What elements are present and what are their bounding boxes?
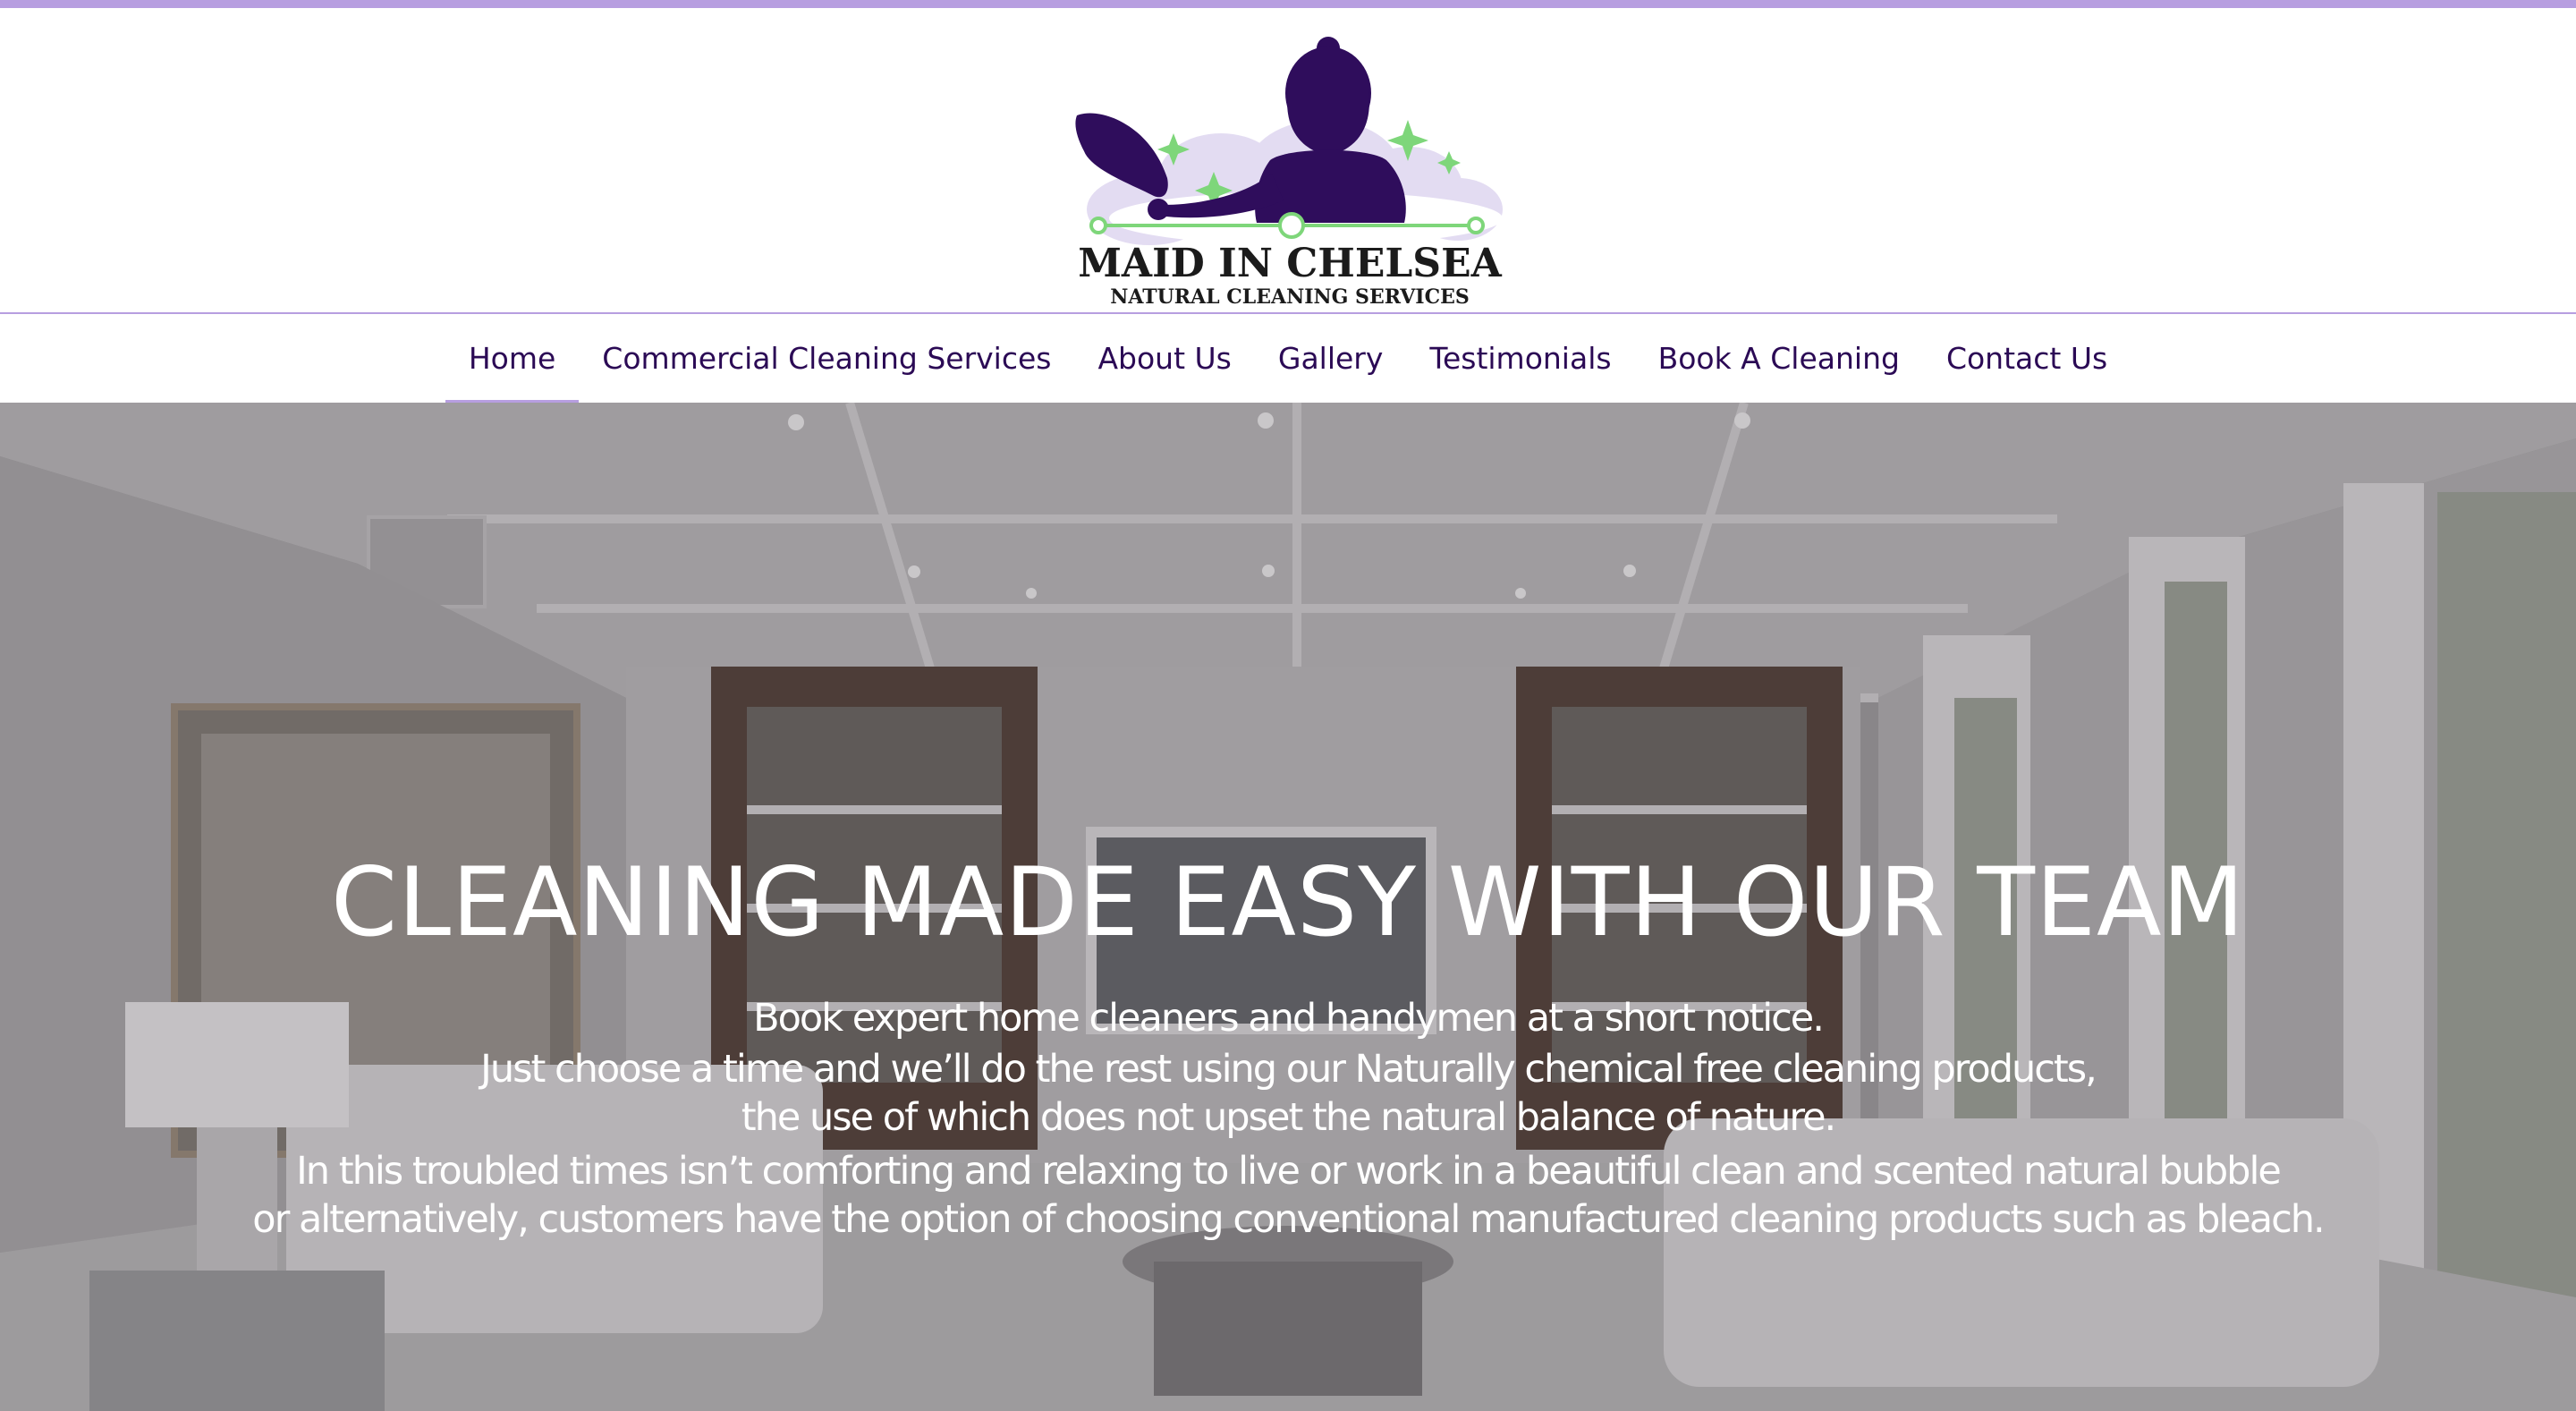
hero-line-5: or alternatively, customers have the opt…	[252, 1197, 2325, 1242]
nav-item-book-a-cleaning[interactable]: Book A Cleaning	[1635, 314, 1923, 403]
hero-description: Book expert home cleaners and handymen a…	[0, 991, 2576, 1244]
hero-line-2: Just choose a time and we’ll do the rest…	[480, 1047, 2097, 1092]
logo-brand-name: MAID IN CHELSEA	[1078, 241, 1502, 286]
hero-line-4: In this troubled times isn’t comforting …	[296, 1149, 2282, 1194]
hero-line-1: Book expert home cleaners and handymen a…	[753, 996, 1825, 1041]
nav-menu: Home Commercial Cleaning Services About …	[0, 314, 2576, 403]
hero-title: CLEANING MADE EASY WITH OUR TEAM	[331, 847, 2245, 957]
nav-item-home[interactable]: Home	[445, 314, 580, 403]
maid-silhouette-logo-icon: MAID IN CHELSEA NATURAL CLEANING SERVICE…	[1075, 37, 1503, 309]
nav-item-testimonials[interactable]: Testimonials	[1406, 314, 1634, 403]
site-logo[interactable]: MAID IN CHELSEA NATURAL CLEANING SERVICE…	[1064, 17, 1516, 312]
main-navigation: Home Commercial Cleaning Services About …	[0, 312, 2576, 403]
nav-item-gallery[interactable]: Gallery	[1255, 314, 1407, 403]
hero-section: CLEANING MADE EASY WITH OUR TEAM Book ex…	[0, 403, 2576, 1411]
top-accent-stripe	[0, 0, 2576, 8]
nav-item-about-us[interactable]: About Us	[1074, 314, 1254, 403]
hero-line-3: the use of which does not upset the natu…	[741, 1095, 1836, 1140]
logo-tagline: NATURAL CLEANING SERVICES	[1110, 285, 1469, 309]
site-header: MAID IN CHELSEA NATURAL CLEANING SERVICE…	[0, 8, 2576, 312]
nav-item-contact-us[interactable]: Contact Us	[1923, 314, 2131, 403]
nav-item-commercial-cleaning-services[interactable]: Commercial Cleaning Services	[579, 314, 1074, 403]
